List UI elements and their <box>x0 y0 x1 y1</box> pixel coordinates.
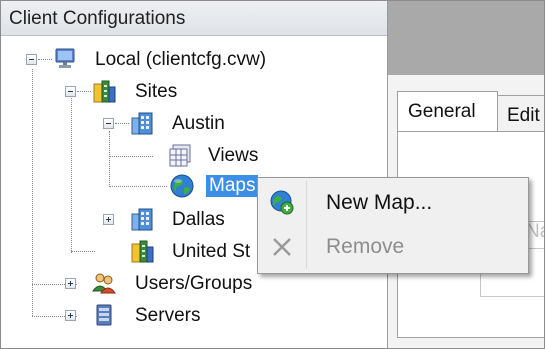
tab-edit-label: Edit <box>507 105 540 126</box>
tree-node-views[interactable]: Views <box>208 145 258 167</box>
expand-toggle-users-groups[interactable] <box>65 278 76 289</box>
tree-node-austin[interactable]: Austin <box>172 113 225 135</box>
properties-pane: Edit General Na <box>388 1 544 348</box>
collapse-toggle-sites[interactable] <box>65 86 76 97</box>
computer-icon <box>55 48 75 68</box>
collapse-toggle-austin[interactable] <box>103 118 114 129</box>
tree-node-dallas[interactable]: Dallas <box>172 209 225 231</box>
context-menu: New Map... Remove <box>257 177 529 274</box>
sites-building-icon <box>131 240 154 263</box>
tree-node-united-states[interactable]: United St <box>172 241 250 263</box>
tree-line <box>38 59 52 60</box>
tree-line <box>77 91 91 92</box>
new-map-menu-item[interactable]: New Map... <box>260 183 526 223</box>
tab-edit[interactable]: Edit <box>496 95 544 132</box>
server-icon <box>96 304 112 326</box>
tab-general[interactable]: General <box>397 91 498 132</box>
tree-line <box>109 131 110 187</box>
expand-toggle-servers[interactable] <box>65 310 76 321</box>
building-icon <box>131 112 153 135</box>
globe-add-icon <box>270 190 294 215</box>
collapse-toggle-local[interactable] <box>26 54 37 65</box>
tab-general-label: General <box>408 101 476 122</box>
views-grid-icon <box>169 144 191 167</box>
tree-line <box>109 156 153 157</box>
remove-menu-item[interactable]: Remove <box>260 227 526 267</box>
pane-title: Client Configurations <box>9 8 186 29</box>
tree-line <box>71 98 72 253</box>
building-icon <box>131 208 153 231</box>
properties-header <box>388 1 544 75</box>
client-configurations-window: Client Configurations Local (clientcfg.c… <box>0 0 545 349</box>
tree-line <box>109 186 167 187</box>
tree-node-users-groups[interactable]: Users/Groups <box>135 273 252 295</box>
tree-line <box>115 123 129 124</box>
sites-building-icon <box>93 80 116 103</box>
remove-label: Remove <box>326 235 405 258</box>
expand-toggle-dallas[interactable] <box>103 214 114 225</box>
x-icon <box>273 238 291 256</box>
tree-node-servers[interactable]: Servers <box>135 305 200 327</box>
tree-line <box>71 251 95 252</box>
pane-header: Client Configurations <box>1 1 387 36</box>
tree-line <box>32 69 33 316</box>
new-map-label: New Map... <box>326 191 433 214</box>
tree-node-sites[interactable]: Sites <box>135 81 177 103</box>
tree-node-local[interactable]: Local (clientcfg.cvw) <box>95 49 266 71</box>
globe-icon <box>170 174 194 198</box>
tree-node-maps[interactable]: Maps <box>206 175 259 197</box>
tree-pane: Client Configurations Local (clientcfg.c… <box>1 1 388 348</box>
users-icon <box>92 273 116 294</box>
